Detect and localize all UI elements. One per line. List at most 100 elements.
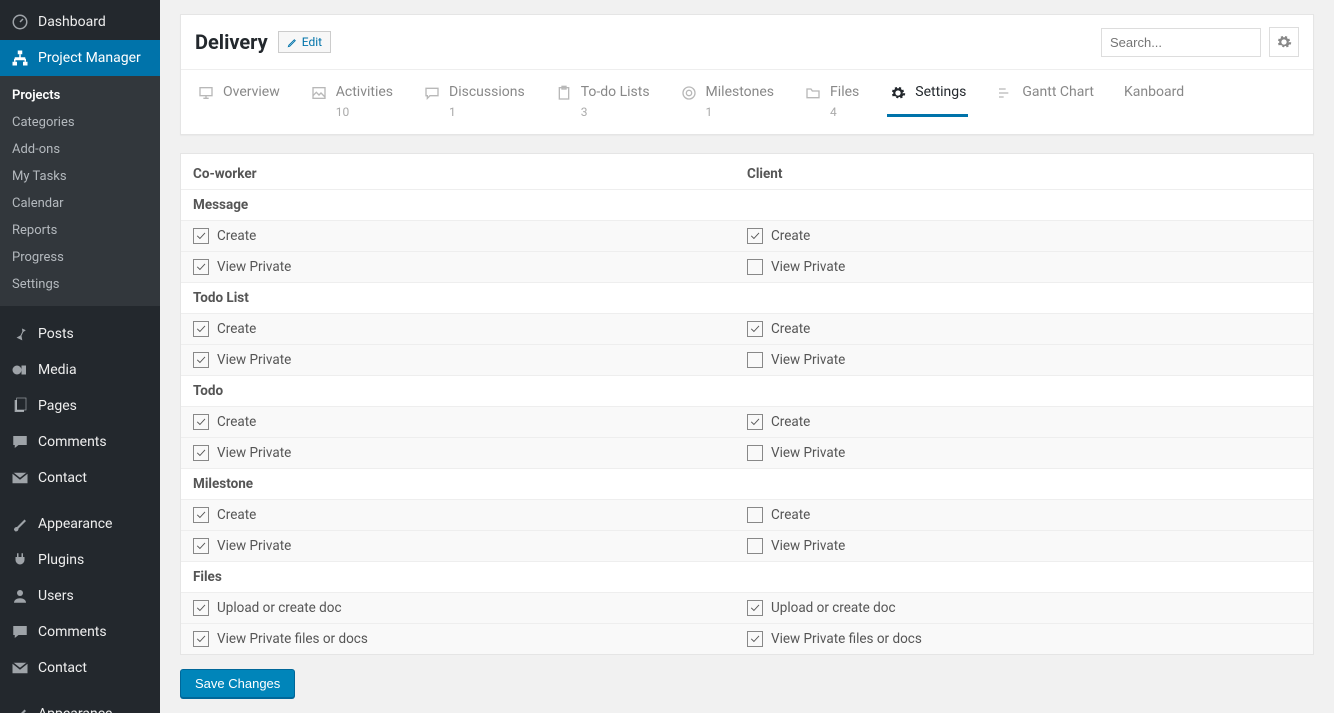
checkbox-coworker-milestone-create[interactable] bbox=[193, 507, 209, 523]
perm-label: View Private bbox=[217, 352, 291, 368]
checkbox-client-message-create[interactable] bbox=[747, 228, 763, 244]
perm-label: View Private bbox=[217, 259, 291, 275]
gear-icon bbox=[889, 84, 907, 102]
sidebar-item-label: Comments bbox=[38, 624, 107, 640]
tab-kanboard[interactable]: Kanboard bbox=[1122, 70, 1186, 116]
tab-label: Activities bbox=[336, 84, 393, 101]
checkbox-client-milestone-viewprivate[interactable] bbox=[747, 538, 763, 554]
sidebar-item-label: Appearance bbox=[38, 706, 112, 713]
checkbox-client-todolist-create[interactable] bbox=[747, 321, 763, 337]
brush-icon bbox=[10, 704, 30, 713]
category-milestone: Milestone bbox=[193, 476, 747, 492]
sidebar-item-media[interactable]: Media bbox=[0, 352, 160, 388]
tab-label: Discussions bbox=[449, 84, 525, 101]
perm-label: View Private bbox=[771, 259, 845, 275]
sidebar-sub-mytasks[interactable]: My Tasks bbox=[0, 163, 160, 190]
tab-count: 4 bbox=[830, 105, 859, 119]
checkbox-client-todo-create[interactable] bbox=[747, 414, 763, 430]
sidebar-sub-settings[interactable]: Settings bbox=[0, 271, 160, 298]
checkbox-client-todolist-viewprivate[interactable] bbox=[747, 352, 763, 368]
checkbox-coworker-todolist-create[interactable] bbox=[193, 321, 209, 337]
perm-label: Create bbox=[771, 414, 810, 430]
gantt-icon bbox=[996, 84, 1014, 102]
perm-label: Create bbox=[771, 321, 810, 337]
sidebar-item-plugins[interactable]: Plugins bbox=[0, 542, 160, 578]
sidebar-item-pages[interactable]: Pages bbox=[0, 388, 160, 424]
tab-files[interactable]: Files4 bbox=[802, 70, 861, 134]
sidebar-sub-projects[interactable]: Projects bbox=[0, 82, 160, 109]
checkbox-coworker-files-upload[interactable] bbox=[193, 600, 209, 616]
checkbox-coworker-message-create[interactable] bbox=[193, 228, 209, 244]
column-header-coworker: Co-worker bbox=[193, 166, 747, 182]
monitor-icon bbox=[197, 84, 215, 102]
page-title: Delivery bbox=[195, 30, 268, 54]
sidebar-item-label: Media bbox=[38, 362, 77, 378]
project-panel: Delivery Edit Overview Activities 10 bbox=[180, 14, 1314, 135]
tab-activities[interactable]: Activities 10 bbox=[308, 70, 395, 134]
settings-table: Co-worker Client Message Create Create V… bbox=[180, 153, 1314, 655]
tab-discussions[interactable]: Discussions 1 bbox=[421, 70, 527, 134]
sidebar-sub-reports[interactable]: Reports bbox=[0, 217, 160, 244]
sidebar-item-dashboard[interactable]: Dashboard bbox=[0, 4, 160, 40]
sidebar-item-comments[interactable]: Comments bbox=[0, 424, 160, 460]
sidebar-item-label: Users bbox=[38, 588, 74, 604]
tab-label: Milestones bbox=[706, 84, 775, 101]
tab-milestones[interactable]: Milestones 1 bbox=[678, 70, 777, 134]
perm-label: Create bbox=[771, 507, 810, 523]
sidebar-sub-categories[interactable]: Categories bbox=[0, 109, 160, 136]
tab-count: 10 bbox=[336, 105, 393, 119]
checkbox-coworker-todolist-viewprivate[interactable] bbox=[193, 352, 209, 368]
sidebar-item-contact[interactable]: Contact bbox=[0, 460, 160, 496]
sidebar-item-label: Dashboard bbox=[38, 14, 106, 30]
tab-todolists[interactable]: To-do Lists3 bbox=[553, 70, 652, 134]
checkbox-client-files-viewprivate[interactable] bbox=[747, 631, 763, 647]
tab-settings[interactable]: Settings bbox=[887, 70, 968, 117]
checkbox-coworker-todo-create[interactable] bbox=[193, 414, 209, 430]
settings-gear-button[interactable] bbox=[1269, 27, 1299, 57]
checkbox-client-files-upload[interactable] bbox=[747, 600, 763, 616]
checkbox-client-milestone-create[interactable] bbox=[747, 507, 763, 523]
perm-label: View Private files or docs bbox=[771, 631, 922, 647]
checkbox-client-message-viewprivate[interactable] bbox=[747, 259, 763, 275]
sidebar-item-label: Comments bbox=[38, 434, 107, 450]
tab-overview[interactable]: Overview bbox=[195, 70, 282, 117]
checkbox-client-todo-viewprivate[interactable] bbox=[747, 445, 763, 461]
sidebar-item-project-manager[interactable]: Project Manager bbox=[0, 40, 160, 76]
sidebar-item-label: Contact bbox=[38, 470, 87, 486]
perm-label: View Private bbox=[771, 352, 845, 368]
image-icon bbox=[310, 84, 328, 102]
search-input[interactable] bbox=[1101, 28, 1261, 57]
category-todolist: Todo List bbox=[193, 290, 747, 306]
checkbox-coworker-todo-viewprivate[interactable] bbox=[193, 445, 209, 461]
sidebar-item-contact-2[interactable]: Contact bbox=[0, 650, 160, 686]
tab-label: Kanboard bbox=[1124, 84, 1184, 101]
sidebar-item-appearance-2[interactable]: Appearance bbox=[0, 696, 160, 713]
project-tabs: Overview Activities 10 Discussions 1 To-do… bbox=[181, 69, 1313, 134]
save-changes-button[interactable]: Save Changes bbox=[180, 669, 295, 698]
checkbox-coworker-files-viewprivate[interactable] bbox=[193, 631, 209, 647]
checkbox-coworker-milestone-viewprivate[interactable] bbox=[193, 538, 209, 554]
sidebar-sub-progress[interactable]: Progress bbox=[0, 244, 160, 271]
sidebar-item-comments-2[interactable]: Comments bbox=[0, 614, 160, 650]
edit-button[interactable]: Edit bbox=[278, 31, 331, 53]
sidebar-sub-calendar[interactable]: Calendar bbox=[0, 190, 160, 217]
sidebar-item-posts[interactable]: Posts bbox=[0, 316, 160, 352]
pushpin-icon bbox=[10, 324, 30, 344]
tab-count: 1 bbox=[706, 105, 775, 119]
category-todo: Todo bbox=[193, 383, 747, 399]
comment-icon bbox=[10, 622, 30, 642]
sidebar-item-users[interactable]: Users bbox=[0, 578, 160, 614]
tab-count: 3 bbox=[581, 105, 650, 119]
checkbox-coworker-message-viewprivate[interactable] bbox=[193, 259, 209, 275]
comment-icon bbox=[10, 432, 30, 452]
tab-label: Gantt Chart bbox=[1022, 84, 1094, 101]
perm-label: View Private bbox=[771, 538, 845, 554]
sitemap-icon bbox=[10, 48, 30, 68]
sidebar-item-label: Posts bbox=[38, 326, 74, 342]
sidebar-item-appearance[interactable]: Appearance bbox=[0, 506, 160, 542]
perm-label: Create bbox=[217, 414, 256, 430]
pencil-icon bbox=[287, 37, 298, 48]
tab-count: 1 bbox=[449, 105, 525, 119]
tab-gantt[interactable]: Gantt Chart bbox=[994, 70, 1096, 117]
sidebar-sub-addons[interactable]: Add-ons bbox=[0, 136, 160, 163]
